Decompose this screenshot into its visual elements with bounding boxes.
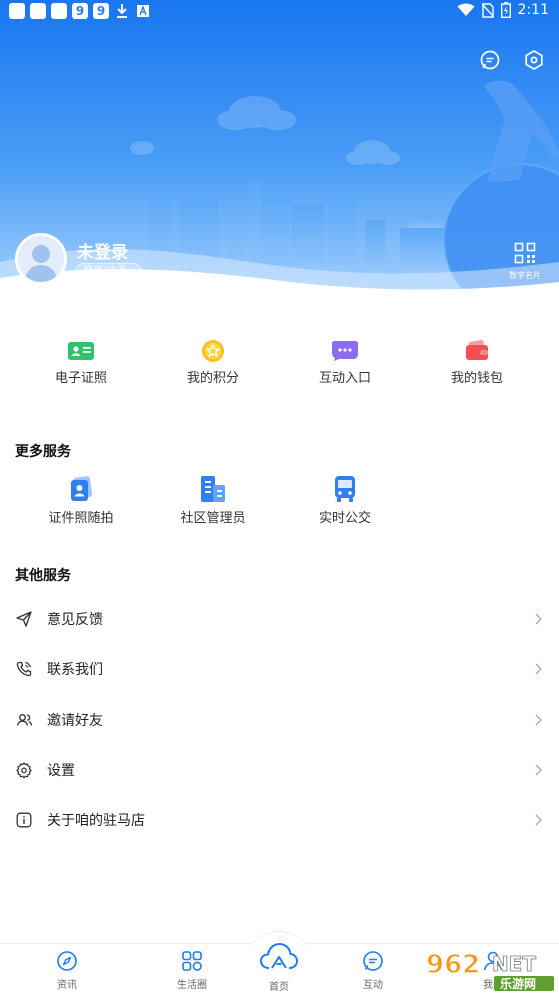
points-star-icon bbox=[199, 338, 227, 364]
notification-app-icon: 9 bbox=[93, 3, 109, 19]
message-icon bbox=[361, 949, 385, 973]
id-card-icon bbox=[67, 338, 95, 364]
quick-action-interaction[interactable]: 互动入口 bbox=[279, 338, 411, 386]
section-title-other-services: 其他服务 bbox=[15, 568, 71, 584]
profile-header: 9 9 2:11 未登录 登录/注册 数字名片 bbox=[0, 0, 559, 300]
quick-actions: 电子证照 我的积分 互动入口 我的钱包 bbox=[0, 338, 559, 386]
message-icon[interactable] bbox=[478, 48, 502, 72]
tab-label: 互动 bbox=[363, 980, 383, 991]
quick-action-wallet[interactable]: 我的钱包 bbox=[411, 338, 543, 386]
notification-icon bbox=[51, 3, 67, 19]
tab-home[interactable]: 首页 bbox=[249, 940, 309, 993]
building-icon bbox=[198, 474, 228, 504]
watermark-brand: 乐游网 bbox=[500, 976, 536, 991]
login-status-title: 未登录 bbox=[77, 243, 128, 263]
login-register-label: 登录/注册 bbox=[83, 266, 127, 277]
text-a-icon bbox=[135, 3, 151, 19]
list-item-contact[interactable]: 联系我们 bbox=[0, 644, 559, 694]
send-icon bbox=[15, 610, 33, 628]
digital-card-button[interactable]: 数字名片 bbox=[503, 242, 547, 281]
download-icon bbox=[114, 3, 130, 19]
quick-action-e-license[interactable]: 电子证照 bbox=[15, 338, 147, 386]
chat-bubble-icon bbox=[331, 338, 359, 364]
gear-icon bbox=[15, 761, 33, 779]
watermark-number: 962 bbox=[426, 950, 480, 980]
service-label: 社区管理员 bbox=[180, 511, 246, 526]
tab-interaction[interactable]: 互动 bbox=[343, 949, 403, 991]
quick-action-label: 我的积分 bbox=[186, 371, 239, 386]
digital-card-label: 数字名片 bbox=[509, 271, 541, 280]
list-item-label: 设置 bbox=[47, 763, 75, 780]
phone-icon bbox=[15, 660, 33, 678]
info-icon bbox=[15, 811, 33, 829]
quick-action-label: 互动入口 bbox=[318, 371, 371, 386]
chevron-right-icon bbox=[129, 268, 135, 276]
login-register-button[interactable]: 登录/注册 bbox=[75, 263, 143, 281]
tab-label: 资讯 bbox=[57, 980, 77, 991]
site-watermark: 962 NET 乐游网 bbox=[425, 949, 554, 991]
status-bar: 9 9 2:11 bbox=[0, 0, 559, 24]
list-item-about[interactable]: 关于咱的驻马店 bbox=[0, 795, 559, 845]
service-community-admin[interactable]: 社区管理员 bbox=[147, 474, 279, 526]
service-label: 实时公交 bbox=[318, 511, 371, 526]
list-item-label: 邀请好友 bbox=[47, 712, 103, 729]
quick-action-points[interactable]: 我的积分 bbox=[147, 338, 279, 386]
default-avatar-icon bbox=[18, 236, 64, 282]
avatar[interactable] bbox=[15, 233, 67, 285]
service-realtime-bus[interactable]: 实时公交 bbox=[279, 474, 411, 526]
tab-news[interactable]: 资讯 bbox=[37, 949, 97, 991]
wallet-icon bbox=[463, 338, 491, 364]
list-item-label: 关于咱的驻马店 bbox=[47, 813, 145, 830]
tab-label: 生活圈 bbox=[177, 980, 207, 991]
section-title-more-services: 更多服务 bbox=[15, 444, 71, 460]
notification-icon bbox=[30, 3, 46, 19]
bus-icon bbox=[330, 474, 360, 504]
quick-action-label: 我的钱包 bbox=[450, 371, 503, 386]
grid-icon bbox=[180, 949, 204, 973]
qr-code-icon bbox=[514, 242, 536, 264]
notification-icon bbox=[9, 3, 25, 19]
users-icon bbox=[15, 711, 33, 729]
notification-app-icon: 9 bbox=[72, 3, 88, 19]
more-services-grid: 证件照随拍 社区管理员 实时公交 bbox=[0, 474, 559, 526]
id-photo-icon bbox=[66, 474, 96, 504]
battery-icon bbox=[500, 2, 511, 18]
home-cloud-icon bbox=[259, 942, 299, 969]
list-item-settings[interactable]: 设置 bbox=[0, 745, 559, 795]
chevron-right-icon bbox=[535, 714, 542, 726]
service-label: 证件照随拍 bbox=[48, 511, 114, 526]
list-item-feedback[interactable]: 意见反馈 bbox=[0, 594, 559, 644]
tab-label: 首页 bbox=[269, 982, 289, 993]
tab-life-circle[interactable]: 生活圈 bbox=[162, 949, 222, 991]
settings-icon[interactable] bbox=[522, 48, 546, 72]
chevron-right-icon bbox=[535, 814, 542, 826]
list-item-invite[interactable]: 邀请好友 bbox=[0, 695, 559, 745]
quick-action-label: 电子证照 bbox=[54, 371, 107, 386]
chevron-right-icon bbox=[535, 764, 542, 776]
wifi-icon bbox=[457, 3, 475, 16]
clock: 2:11 bbox=[517, 2, 549, 18]
chevron-right-icon bbox=[535, 613, 542, 625]
list-item-label: 联系我们 bbox=[47, 662, 103, 679]
no-sim-icon bbox=[481, 2, 494, 18]
other-services-list: 意见反馈 联系我们 邀请好友 设置 关于咱的驻马店 bbox=[0, 594, 559, 845]
service-id-photo[interactable]: 证件照随拍 bbox=[15, 474, 147, 526]
compass-icon bbox=[55, 949, 79, 973]
watermark-net: NET bbox=[492, 952, 536, 976]
chevron-right-icon bbox=[535, 663, 542, 675]
list-item-label: 意见反馈 bbox=[47, 612, 103, 629]
